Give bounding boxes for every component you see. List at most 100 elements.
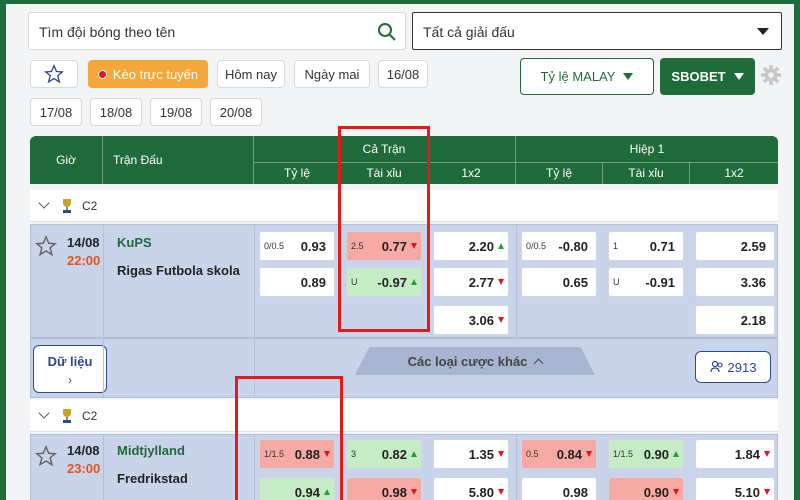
odds-value: 1.35 <box>468 447 494 462</box>
more-bets-label: Các loại cược khác <box>407 353 528 369</box>
odds-cell[interactable]: 0.89 <box>259 267 335 297</box>
odds-value: 0.98 <box>562 485 588 500</box>
divider <box>516 225 517 339</box>
odds-cell[interactable]: 2.59 <box>695 231 775 261</box>
odds-cell[interactable]: 2.20 <box>433 231 509 261</box>
odds-cell[interactable]: 3.36 <box>695 267 775 297</box>
chevron-down-icon[interactable] <box>38 407 50 419</box>
match-date: 14/08 <box>67 443 100 458</box>
stats-label: Dữ liệu <box>47 354 93 369</box>
today-chip[interactable]: Hôm nay <box>217 60 285 88</box>
match-date: 14/08 <box>67 235 100 250</box>
date-label: 20/08 <box>219 104 253 120</box>
odds-cell[interactable]: 3 0.82 <box>346 439 422 469</box>
odds-cell[interactable]: 0.5 0.84 <box>521 439 597 469</box>
col-match: Trận Đấu <box>113 153 163 167</box>
away-team[interactable]: Fredrikstad <box>117 471 188 486</box>
divider <box>254 225 255 339</box>
odds-value: 1.84 <box>734 447 760 462</box>
home-team[interactable]: KuPS <box>117 235 152 250</box>
odds-format-label: Tỷ lệ MALAY <box>540 69 616 84</box>
odds-cell[interactable]: 0.98 <box>521 477 597 500</box>
divider <box>103 339 104 397</box>
odds-cell[interactable]: 1 0.71 <box>608 231 684 261</box>
date-chip-1608[interactable]: 16/08 <box>378 60 428 88</box>
handicap-line: U <box>613 277 620 287</box>
more-bets-toggle[interactable]: Các loại cược khác <box>355 347 595 375</box>
arrow-down-icon <box>764 489 770 495</box>
caret-down-icon <box>733 73 744 80</box>
chevron-up-icon <box>533 358 544 368</box>
arrow-up-icon <box>673 451 679 457</box>
arrow-down-icon <box>498 451 504 457</box>
live-odds-label: Kèo trực tuyến <box>112 66 199 82</box>
date-chip-1808[interactable]: 18/08 <box>90 98 142 126</box>
chevron-down-icon[interactable] <box>38 197 50 209</box>
arrow-down-icon <box>498 489 504 495</box>
arrow-down-icon <box>764 451 770 457</box>
odds-cell[interactable]: 1.35 <box>433 439 509 469</box>
date-chip-2008[interactable]: 20/08 <box>210 98 262 126</box>
odds-value: 5.10 <box>734 485 760 500</box>
handicap-line: 1/1.5 <box>613 449 634 459</box>
tomorrow-chip[interactable]: Ngày mai <box>294 60 370 88</box>
odds-value: 0.84 <box>556 447 582 462</box>
star-icon[interactable] <box>35 235 57 257</box>
odds-value: 0.90 <box>643 485 669 500</box>
odds-cell[interactable]: 0/0.5 0.93 <box>259 231 335 261</box>
odds-cell[interactable]: 2.77 <box>433 267 509 297</box>
odds-cell[interactable]: 5.80 <box>433 477 509 500</box>
odds-value: 0.89 <box>300 275 326 290</box>
divider <box>689 162 690 184</box>
odds-cell[interactable]: 1/1.5 0.90 <box>608 439 684 469</box>
today-label: Hôm nay <box>224 66 278 82</box>
search-input[interactable]: Tìm đội bóng theo tên <box>39 24 175 40</box>
odds-cell[interactable]: 1.84 <box>695 439 775 469</box>
away-team[interactable]: Rigas Futbola skola <box>117 263 240 278</box>
chevron-down-icon <box>757 28 769 35</box>
divider <box>253 136 254 184</box>
odds-cell[interactable]: 3.06 <box>433 305 509 335</box>
league-header[interactable]: C2 <box>30 400 778 432</box>
arrow-down-icon <box>586 451 592 457</box>
arrow-up-icon <box>411 451 417 457</box>
bettors-count-button[interactable]: 2913 <box>695 351 771 383</box>
league-name: C2 <box>82 199 98 213</box>
date-chip-1908[interactable]: 19/08 <box>150 98 202 126</box>
handicap-line: 0.5 <box>526 449 539 459</box>
odds-cell[interactable]: U -0.91 <box>608 267 684 297</box>
favorites-button[interactable] <box>30 60 78 88</box>
odds-cell[interactable]: 0.90 <box>608 477 684 500</box>
odds-cell[interactable]: 0.98 <box>346 477 422 500</box>
odds-cell[interactable]: 5.10 <box>695 477 775 500</box>
odds-value: 2.59 <box>740 239 766 254</box>
col-time: Giờ <box>56 153 76 167</box>
home-team[interactable]: Midtjylland <box>117 443 185 458</box>
live-odds-chip[interactable]: Kèo trực tuyến <box>88 60 208 88</box>
highlight-box-over-under <box>338 126 430 332</box>
divider <box>102 136 103 184</box>
bookmaker-dropdown[interactable]: SBOBET <box>660 58 755 95</box>
star-icon <box>44 64 64 84</box>
gear-icon[interactable] <box>760 64 782 86</box>
arrow-up-icon <box>498 243 504 249</box>
odds-cell[interactable]: 2.18 <box>695 305 775 335</box>
date-chip-1708[interactable]: 17/08 <box>30 98 82 126</box>
handicap-line: 1 <box>613 241 619 251</box>
bookmaker-label: SBOBET <box>671 69 726 84</box>
odds-cell[interactable]: 0/0.5 -0.80 <box>521 231 597 261</box>
odds-cell[interactable]: 0.65 <box>521 267 597 297</box>
star-icon[interactable] <box>35 445 57 467</box>
odds-value: 2.18 <box>740 313 766 328</box>
search-icon[interactable] <box>377 22 397 42</box>
handicap-line: 3 <box>351 449 357 459</box>
league-select[interactable]: Tất cả giải đấu <box>412 12 782 50</box>
live-dot-icon <box>97 69 107 79</box>
col-h1-over-under: Tài xỉu <box>628 166 664 180</box>
league-name: C2 <box>82 409 98 423</box>
odds-format-dropdown[interactable]: Tỷ lệ MALAY <box>520 58 654 95</box>
stats-button[interactable]: Dữ liệu › <box>33 345 107 393</box>
handicap-line: 0/0.5 <box>526 241 547 251</box>
team-search-field[interactable]: Tìm đội bóng theo tên <box>28 12 406 50</box>
divider <box>103 225 104 339</box>
